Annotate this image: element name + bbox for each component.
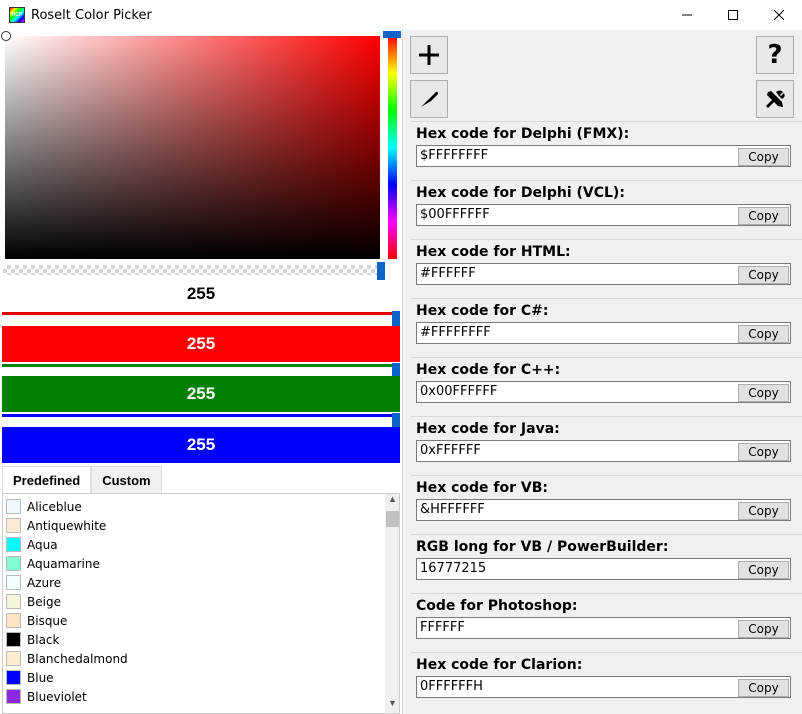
code-label: Hex code for VB: [416, 480, 549, 496]
color-swatch [6, 575, 21, 590]
color-swatch [6, 689, 21, 704]
code-field[interactable]: $FFFFFFFF [416, 145, 791, 167]
code-label: Hex code for Clarion: [416, 657, 583, 673]
color-swatch [6, 651, 21, 666]
list-item[interactable]: Blanchedalmond [6, 649, 128, 668]
code-field[interactable]: $00FFFFFF [416, 204, 791, 226]
green-slider[interactable] [2, 364, 398, 367]
code-label: Hex code for C#: [416, 303, 549, 319]
red-channel-box: 255 [2, 326, 400, 362]
copy-button[interactable]: Copy [738, 620, 789, 638]
color-swatch [6, 632, 21, 647]
code-label: Hex code for Delphi (VCL): [416, 185, 625, 201]
tab-custom[interactable]: Custom [91, 466, 162, 493]
color-swatch [6, 499, 21, 514]
saturation-value-area[interactable] [5, 36, 380, 259]
settings-button[interactable] [756, 80, 794, 118]
code-label: Hex code for HTML: [416, 244, 571, 260]
code-row-csharp: Hex code for C#: #FFFFFFFF Copy [411, 298, 802, 356]
list-item[interactable]: Aliceblue [6, 497, 82, 516]
blue-channel-box: 255 [2, 427, 400, 463]
copy-button[interactable]: Copy [738, 207, 789, 225]
red-slider[interactable] [2, 312, 398, 315]
green-channel-box: 255 [2, 376, 400, 412]
copy-button[interactable]: Copy [738, 384, 789, 402]
list-item[interactable]: Blueviolet [6, 687, 87, 706]
code-output-panel: ? Hex code for Delphi (FMX): $FFFFFFFF C… [402, 30, 802, 714]
close-button[interactable] [756, 0, 802, 30]
color-swatch [6, 613, 21, 628]
predefined-color-list[interactable]: Aliceblue Antiquewhite Aqua Aquamarine A… [2, 493, 400, 714]
scrollbar-thumb[interactable] [386, 511, 399, 527]
code-label: Hex code for Delphi (FMX): [416, 126, 630, 142]
add-color-button[interactable] [410, 36, 448, 74]
code-row-rgb-long: RGB long for VB / PowerBuilder: 16777215… [411, 534, 802, 592]
code-row-vb: Hex code for VB: &HFFFFFF Copy [411, 475, 802, 533]
code-row-delphi-fmx: Hex code for Delphi (FMX): $FFFFFFFF Cop… [411, 121, 802, 179]
copy-button[interactable]: Copy [738, 266, 789, 284]
tools-icon [766, 90, 785, 108]
code-field[interactable]: #FFFFFFFF [416, 322, 791, 344]
app-icon: RCP [9, 7, 25, 23]
blue-slider[interactable] [2, 414, 398, 417]
code-field[interactable]: 0xFFFFFF [416, 440, 791, 462]
saturation-value-marker[interactable] [1, 31, 11, 41]
eyedropper-icon [421, 91, 438, 107]
list-item[interactable]: Beige [6, 592, 61, 611]
list-item[interactable]: Aqua [6, 535, 58, 554]
code-row-java: Hex code for Java: 0xFFFFFF Copy [411, 416, 802, 474]
code-field[interactable]: 0FFFFFFH [416, 676, 791, 698]
alpha-value: 255 [186, 284, 216, 303]
color-list-tabs: Predefined Custom [2, 466, 162, 493]
list-item[interactable]: Black [6, 630, 59, 649]
title-bar: RCP Roselt Color Picker [0, 0, 802, 30]
color-swatch [6, 518, 21, 533]
copy-button[interactable]: Copy [738, 502, 789, 520]
scroll-down-icon[interactable]: ▼ [385, 698, 399, 713]
color-swatch [6, 537, 21, 552]
copy-button[interactable]: Copy [738, 325, 789, 343]
code-field[interactable]: &HFFFFFF [416, 499, 791, 521]
list-item[interactable]: Bisque [6, 611, 67, 630]
code-row-html: Hex code for HTML: #FFFFFF Copy [411, 239, 802, 297]
hue-slider[interactable] [388, 36, 397, 259]
scroll-up-icon[interactable]: ▲ [385, 494, 399, 509]
hue-slider-thumb[interactable] [383, 31, 401, 38]
code-row-delphi-vcl: Hex code for Delphi (VCL): $00FFFFFF Cop… [411, 180, 802, 238]
code-label: Code for Photoshop: [416, 598, 578, 614]
help-icon: ? [767, 40, 783, 70]
plus-icon [419, 45, 439, 65]
minimize-button[interactable] [664, 0, 710, 30]
code-row-cpp: Hex code for C++: 0x00FFFFFF Copy [411, 357, 802, 415]
tab-predefined[interactable]: Predefined [2, 466, 92, 493]
copy-button[interactable]: Copy [738, 679, 789, 697]
maximize-button[interactable] [710, 0, 756, 30]
list-item[interactable]: Aquamarine [6, 554, 100, 573]
color-picker-panel: 255 255 255 255 Predefined Custom Aliceb… [0, 30, 402, 714]
copy-button[interactable]: Copy [738, 561, 789, 579]
code-row-photoshop: Code for Photoshop: FFFFFF Copy [411, 593, 802, 651]
alpha-slider-thumb[interactable] [377, 262, 385, 280]
help-button[interactable]: ? [756, 36, 794, 74]
copy-button[interactable]: Copy [738, 148, 789, 166]
code-row-clarion: Hex code for Clarion: 0FFFFFFH Copy [411, 652, 802, 710]
color-swatch [6, 594, 21, 609]
code-label: Hex code for Java: [416, 421, 560, 437]
code-field[interactable]: FFFFFF [416, 617, 791, 639]
color-swatch [6, 670, 21, 685]
list-item[interactable]: Antiquewhite [6, 516, 106, 535]
window-title: Roselt Color Picker [31, 8, 152, 23]
eyedropper-button[interactable] [410, 80, 448, 118]
copy-button[interactable]: Copy [738, 443, 789, 461]
code-field[interactable]: #FFFFFF [416, 263, 791, 285]
list-item[interactable]: Blue [6, 668, 54, 687]
code-label: Hex code for C++: [416, 362, 561, 378]
list-scrollbar[interactable]: ▲ ▼ [385, 494, 399, 713]
code-field[interactable]: 16777215 [416, 558, 791, 580]
list-item[interactable]: Azure [6, 573, 61, 592]
code-field[interactable]: 0x00FFFFFF [416, 381, 791, 403]
color-swatch [6, 556, 21, 571]
alpha-slider[interactable] [3, 265, 385, 275]
code-label: RGB long for VB / PowerBuilder: [416, 539, 669, 555]
